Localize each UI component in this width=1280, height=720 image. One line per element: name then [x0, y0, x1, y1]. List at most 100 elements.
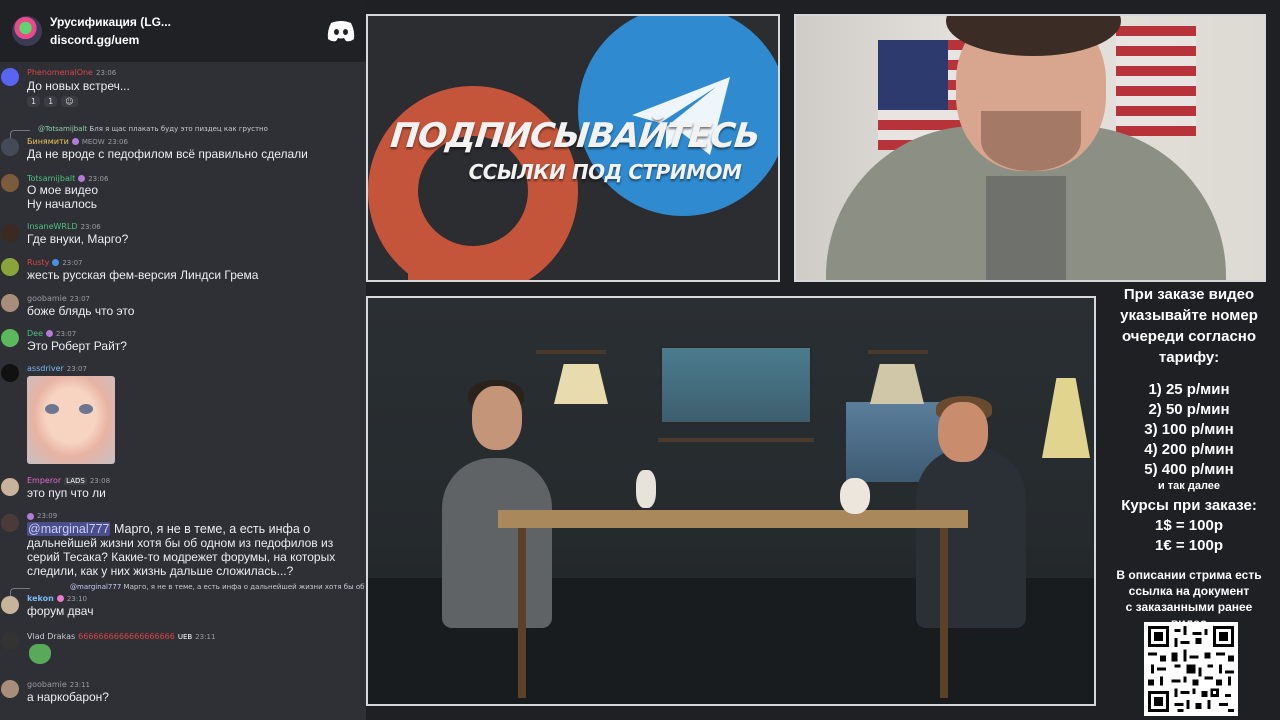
reply-preview[interactable]: @marginal777 Марго, я не в теме, а есть …: [70, 583, 366, 591]
rate-item: 4) 200 р/мин: [1144, 441, 1234, 458]
streamer-beard: [981, 111, 1081, 171]
discord-chat-panel: Урусификация (LG... discord.gg/uem Pheno…: [0, 0, 366, 720]
table-leg: [518, 528, 526, 698]
role-badge-icon: [52, 259, 60, 266]
timestamp: 23:07: [66, 364, 87, 373]
timestamp: 23:06: [80, 222, 101, 231]
table-leg: [940, 528, 948, 698]
username: Totsamijbalt: [27, 174, 76, 183]
course-usd: 1$ = 100р: [1155, 517, 1223, 534]
guest-right-face: [938, 402, 988, 462]
username: assdriver: [27, 364, 64, 373]
message-text: а наркобарон?: [27, 690, 109, 704]
timestamp: 23:11: [69, 680, 90, 689]
reaction-count[interactable]: 1: [44, 96, 58, 107]
timestamp: 23:09: [37, 512, 58, 520]
message-text: Это Роберт Райт?: [27, 339, 127, 353]
reply-preview[interactable]: @Totsamijbalt Бля я щас плакать буду это…: [38, 125, 268, 133]
server-invite-link[interactable]: discord.gg/uem: [50, 33, 326, 47]
order-heading-line: указывайте номер: [1120, 307, 1258, 324]
username: Dee: [27, 329, 44, 338]
wall-painting: [660, 346, 812, 424]
course-eur: 1€ = 100р: [1155, 537, 1223, 554]
rate-item: 3) 100 р/мин: [1144, 421, 1234, 438]
banner-subtitle: ССЫЛКИ ПОД СТРИМОМ: [468, 160, 742, 184]
user-mention[interactable]: @marginal777: [27, 522, 111, 536]
stream-layout: Урусификация (LG... discord.gg/uem Pheno…: [0, 0, 1280, 720]
webcam-feed: [794, 14, 1266, 282]
avatar: [1, 258, 19, 276]
timestamp: 23:10: [66, 594, 88, 603]
spam-text: 6666666666666666666: [78, 632, 175, 641]
reply-text: Бля я щас плакать буду это пиздец как гр…: [89, 125, 268, 133]
pepe-emoji-icon: [29, 644, 51, 664]
avatar: [1, 224, 19, 242]
shelf: [658, 438, 814, 442]
description-line: ссылка на документ: [1128, 584, 1250, 598]
banner-title: ПОДПИСЫВАЙТЕСЬ: [388, 116, 762, 156]
avatar: [1, 294, 19, 312]
discord-server-header[interactable]: Урусификация (LG... discord.gg/uem: [0, 0, 366, 62]
timestamp: 23:07: [56, 329, 77, 338]
message-text: Где внуки, Марго?: [27, 232, 129, 246]
bust-sculpture: [636, 470, 656, 508]
timestamp: 23:06: [88, 174, 109, 183]
vase: [840, 478, 870, 514]
main-video-player[interactable]: [366, 296, 1096, 706]
timestamp: 23:08: [89, 476, 111, 485]
role-tag: LADS: [64, 476, 87, 485]
message-text: Ну началось: [27, 197, 98, 211]
order-heading-line: очереди согласно: [1121, 328, 1257, 345]
attached-image-baby[interactable]: [27, 376, 115, 464]
shelf: [868, 350, 928, 354]
message-text-part: Марго, я не в теме, а есть инфа о: [110, 522, 311, 536]
qr-code[interactable]: [1144, 622, 1238, 716]
rate-item: 1) 25 р/мин: [1148, 381, 1230, 398]
message-text: О мое видео: [27, 183, 99, 197]
username: goobamie: [27, 294, 67, 303]
reply-text: Марго, я не в теме, а есть инфа о дальне…: [123, 583, 366, 591]
username: PhenomenalOne: [27, 68, 93, 77]
reply-username: @marginal777: [70, 583, 122, 591]
role-tag: MEOW: [81, 137, 105, 146]
server-name: Урусификация (LG...: [50, 15, 171, 29]
discord-logo-icon: [327, 21, 355, 42]
avatar: [1, 174, 19, 192]
message-text: жесть русская фем-версия Линдси Грема: [27, 268, 259, 282]
courses-title: Курсы при заказе:: [1121, 497, 1257, 514]
avatar: [1, 138, 19, 156]
timestamp: 23:06: [95, 68, 117, 77]
username: Vlad Drakas: [27, 632, 76, 641]
description-line: с заказанными ранее: [1125, 600, 1253, 614]
rate-list: 1) 25 р/мин 2) 50 р/мин 3) 100 р/мин 4) …: [1098, 380, 1280, 493]
rate-item: 5) 400 р/мин: [1144, 461, 1234, 478]
rate-item: 2) 50 р/мин: [1148, 401, 1230, 418]
avatar: [1, 364, 19, 382]
username: kekon: [27, 594, 54, 603]
reaction-list[interactable]: 1 1 ☺: [27, 96, 78, 107]
role-badge-icon: [27, 512, 34, 520]
qr-code-icon: [1148, 626, 1234, 712]
rate-etc: и так далее: [1157, 480, 1221, 492]
reaction-count[interactable]: 1: [27, 96, 41, 107]
message-text: боже блядь что это: [27, 304, 135, 318]
username: Бинямити: [27, 137, 69, 146]
message-text: До новых встреч...: [27, 79, 130, 93]
username: InsaneWRLD: [27, 222, 78, 231]
server-icon: [12, 16, 42, 46]
us-flag-image: [1116, 26, 1196, 136]
username: Rusty: [27, 258, 50, 267]
role-badge-icon: [46, 330, 54, 337]
avatar: [1, 632, 19, 650]
role-badge-icon: [78, 175, 86, 182]
message-text: дальнейшей жизни хотя бы об одном из пед…: [27, 536, 334, 550]
order-heading-line: тарифу:: [1158, 349, 1220, 366]
add-reaction-icon[interactable]: ☺: [61, 96, 78, 107]
avatar: [1, 680, 19, 698]
avatar: [1, 68, 19, 86]
timestamp: 23:07: [69, 294, 90, 303]
guest-left-body: [442, 458, 552, 628]
avatar: [1, 329, 19, 347]
timestamp: 23:11: [195, 632, 216, 641]
avatar: [1, 596, 19, 614]
